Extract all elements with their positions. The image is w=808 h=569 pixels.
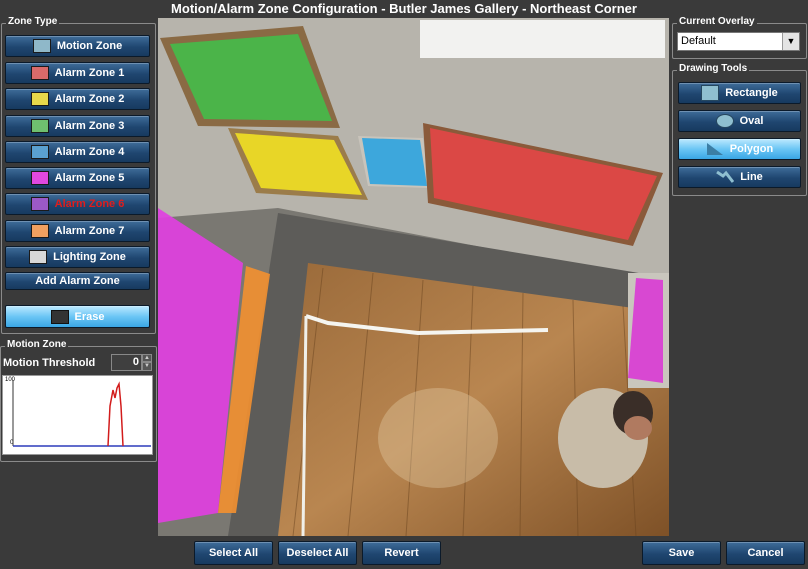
deselect-all-button[interactable]: Deselect All — [278, 541, 357, 565]
polygon-tool-button[interactable]: Polygon — [678, 138, 801, 160]
alarm-zone-2-button[interactable]: Alarm Zone 2 — [5, 88, 150, 110]
chevron-down-icon[interactable]: ▼ — [782, 33, 799, 50]
motion-graph: 100 0 — [2, 375, 153, 455]
rectangle-tool-button[interactable]: Rectangle — [678, 82, 801, 104]
motion-graph-plot — [12, 380, 151, 447]
rectangle-icon — [701, 85, 720, 101]
alarm-zone-3-swatch — [30, 119, 49, 133]
oval-icon — [715, 114, 734, 128]
line-tool-button[interactable]: Line — [678, 166, 801, 188]
motion-threshold-value: 0 — [132, 356, 139, 368]
alarm-zone-6-swatch — [30, 197, 49, 211]
alarm-zone-5-swatch — [30, 171, 49, 185]
line-icon — [716, 170, 735, 183]
motion-zone-button[interactable]: Motion Zone — [5, 35, 150, 57]
add-alarm-zone-button[interactable]: Add Alarm Zone — [5, 272, 150, 290]
select-all-button[interactable]: Select All — [194, 541, 273, 565]
oval-tool-button[interactable]: Oval — [678, 110, 801, 132]
alarm-zone-6-button[interactable]: Alarm Zone 6 — [5, 193, 150, 215]
alarm-zone-1-button[interactable]: Alarm Zone 1 — [5, 62, 150, 84]
overlay-select-value: Default — [681, 35, 716, 47]
polygon-icon — [706, 143, 723, 155]
camera-scene — [158, 18, 669, 536]
drawing-tools-label: Drawing Tools — [677, 63, 750, 74]
motion-threshold-label: Motion Threshold — [3, 357, 96, 369]
threshold-stepper-down[interactable]: ▼ — [142, 362, 152, 371]
alarm-zone-4-swatch — [30, 145, 49, 159]
current-overlay-label: Current Overlay — [677, 16, 757, 27]
alarm-zone-7-button[interactable]: Alarm Zone 7 — [5, 220, 150, 242]
alarm-zone-3-button[interactable]: Alarm Zone 3 — [5, 115, 150, 137]
motion-threshold-input[interactable]: 0 — [111, 354, 142, 371]
lighting-zone-button[interactable]: Lighting Zone — [5, 246, 150, 268]
erase-button[interactable]: Erase — [5, 305, 150, 328]
motion-zone-label: Motion Zone — [5, 339, 69, 350]
threshold-stepper-up[interactable]: ▲ — [142, 354, 152, 362]
alarm-zone-2-swatch — [30, 92, 49, 106]
alarm-zone-1-swatch — [30, 66, 49, 80]
camera-view[interactable] — [158, 18, 669, 536]
motion-zone-swatch — [32, 39, 51, 53]
alarm-zone-5-button[interactable]: Alarm Zone 5 — [5, 167, 150, 189]
lighting-zone-swatch — [29, 250, 48, 264]
overlay-select[interactable]: Default ▼ — [677, 32, 800, 51]
save-button[interactable]: Save — [642, 541, 721, 565]
erase-swatch — [50, 309, 69, 324]
zone-type-label: Zone Type — [6, 16, 60, 27]
revert-button[interactable]: Revert — [362, 541, 441, 565]
alarm-zone-7-swatch — [30, 224, 49, 238]
alarm-zone-4-button[interactable]: Alarm Zone 4 — [5, 141, 150, 163]
cancel-button[interactable]: Cancel — [726, 541, 805, 565]
